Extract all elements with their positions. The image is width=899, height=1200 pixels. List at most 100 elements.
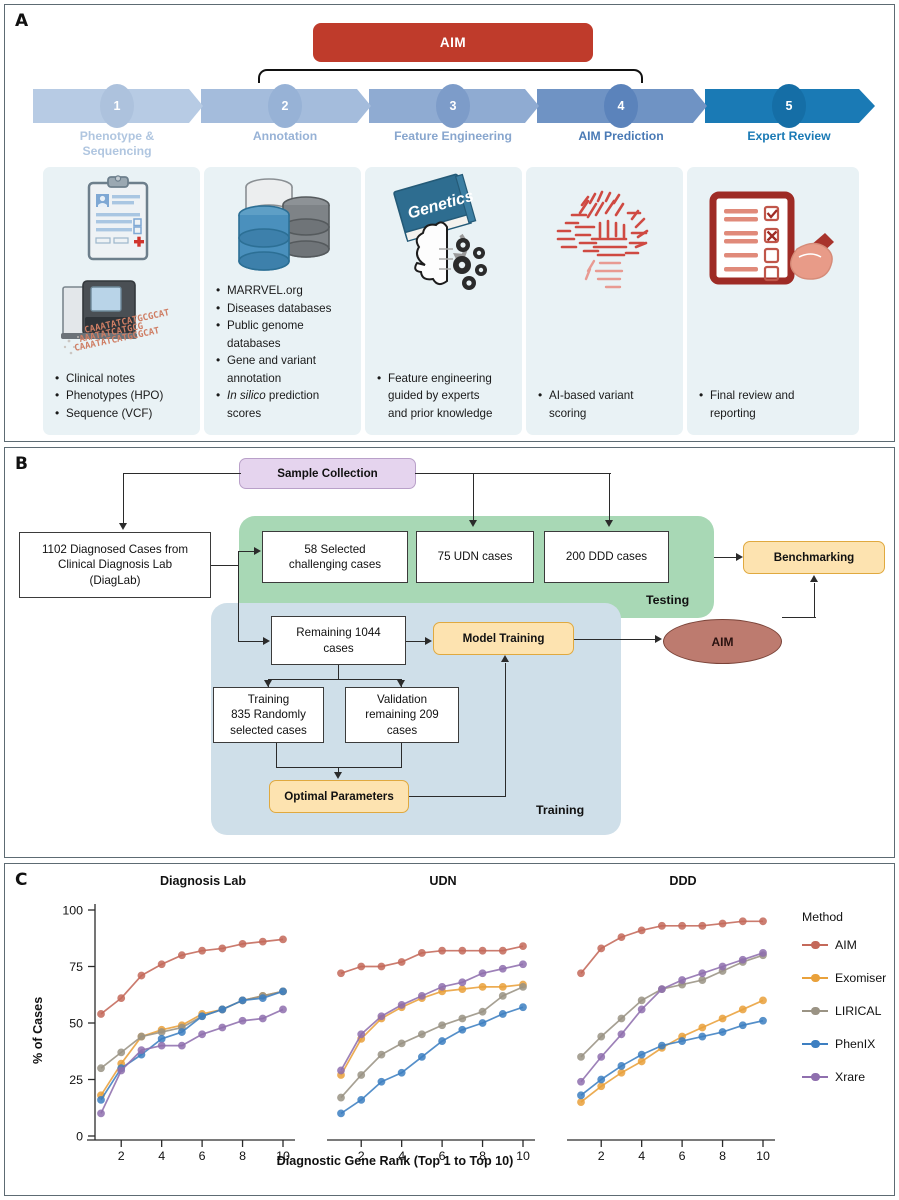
series-line-Exomiser xyxy=(580,999,764,1103)
series-point-PhenIX xyxy=(357,1095,366,1104)
series-point-AIM xyxy=(759,917,767,926)
edge-testing-to-benchmarking-arrow xyxy=(736,553,743,561)
pipeline-stage-label-1: Phenotype & Sequencing xyxy=(37,129,197,160)
series-point-AIM xyxy=(519,942,527,951)
series-point-LIRICAL xyxy=(417,1030,426,1039)
sample-collection-node[interactable]: Sample Collection xyxy=(239,458,416,489)
legend-item-exomiser[interactable]: Exomiser xyxy=(802,971,886,985)
legend-item-xrare[interactable]: Xrare xyxy=(802,1070,865,1084)
legend-swatch-phenix xyxy=(802,1039,828,1049)
stage-box-3: Genetics Feature engineeringgui xyxy=(365,167,522,435)
series-point-LIRICAL xyxy=(458,1014,467,1023)
series-point-PhenIX xyxy=(759,1016,767,1025)
testing-node-1[interactable]: 75 UDN cases xyxy=(416,531,534,583)
series-point-PhenIX xyxy=(478,1019,487,1027)
series-point-LIRICAL xyxy=(637,996,646,1005)
series-point-PhenIX xyxy=(438,1037,447,1045)
series-point-LIRICAL xyxy=(137,1032,146,1041)
bullet-item: scores xyxy=(227,406,262,420)
bullet-item: AI-based variant xyxy=(538,387,675,405)
edge-merge-to-optimal-arrow xyxy=(333,772,342,779)
testing-group-label: Testing xyxy=(646,593,690,607)
series-point-Xrare xyxy=(577,1077,585,1086)
stage-box-2-bullets: MARRVEL.orgDiseases databasesPublic geno… xyxy=(216,282,353,423)
bullet-item: and prior knowledge xyxy=(388,406,493,420)
training-split-node-0[interactable]: Training 835 Randomly selected cases xyxy=(213,687,324,743)
legend-label-phenix: PhenIX xyxy=(835,1037,876,1051)
bullet-item: Gene and variant xyxy=(216,352,353,370)
edge-diaglab-to-remaining-arrow xyxy=(263,637,270,645)
series-point-Exomiser xyxy=(637,1057,646,1066)
series-point-PhenIX xyxy=(157,1034,166,1043)
series-point-PhenIX xyxy=(738,1021,747,1030)
series-point-AIM xyxy=(137,971,146,980)
series-point-AIM xyxy=(218,944,227,953)
node-text-line: Remaining 1044 xyxy=(296,626,381,640)
edge-diaglab-to-testing-arrow xyxy=(254,547,261,555)
node-text-line: cases xyxy=(386,723,418,737)
edge-model-to-aim-arrow xyxy=(655,635,662,643)
node-text-line: cases xyxy=(323,641,354,655)
series-point-AIM xyxy=(617,933,626,942)
bullet-item: guided by experts xyxy=(388,389,480,403)
series-point-PhenIX xyxy=(397,1068,406,1077)
benchmarking-node[interactable]: Benchmarking xyxy=(743,541,885,574)
legend-title: Method xyxy=(802,910,844,924)
series-line-PhenIX xyxy=(340,1006,524,1115)
testing-node-0[interactable]: 58 Selected challenging cases xyxy=(262,531,408,583)
testing-node-2[interactable]: 200 DDD cases xyxy=(544,531,669,583)
series-line-LIRICAL xyxy=(340,986,524,1099)
series-point-Xrare xyxy=(377,1012,386,1021)
model-training-node[interactable]: Model Training xyxy=(433,622,574,655)
legend-dot-phenix xyxy=(811,1039,820,1049)
legend-item-phenix[interactable]: PhenIX xyxy=(802,1037,875,1051)
series-point-AIM xyxy=(657,921,666,930)
legend-swatch-aim xyxy=(802,940,828,950)
edge-remaining-to-model-arrow xyxy=(425,637,432,645)
edge-sc-ddd-v xyxy=(609,473,611,520)
bullet-item: In silico prediction xyxy=(216,387,353,405)
series-point-Exomiser xyxy=(498,982,507,991)
stage-box-1-bullets: Clinical notesPhenotypes (HPO)Sequence (… xyxy=(55,370,192,423)
optimal-parameters-node[interactable]: Optimal Parameters xyxy=(269,780,409,813)
legend-swatch-xrare xyxy=(802,1072,828,1082)
edge-sc-to-diaglab-arrow xyxy=(118,523,127,530)
diaglab-node[interactable]: 1102 Diagnosed Cases from Clinical Diagno… xyxy=(19,532,211,598)
pipeline-stage-label-line1-5: Expert Review xyxy=(747,129,831,143)
legend-label-lirical: LIRICAL xyxy=(835,1004,882,1018)
panel-c: C % of Cases Diagnosis Lab UDN DDD 0 25 50… xyxy=(4,863,895,1196)
edge-testing-to-benchmarking-h xyxy=(714,557,736,559)
series-point-PhenIX xyxy=(97,1095,105,1104)
series-point-Exomiser xyxy=(698,1023,707,1032)
aim-scope-bracket xyxy=(258,69,643,83)
legend-item-aim[interactable]: AIM xyxy=(802,938,857,952)
series-point-Xrare xyxy=(97,1109,105,1118)
series-point-PhenIX xyxy=(458,1025,467,1034)
pipeline-stage-label-line1-2: Annotation xyxy=(252,129,318,143)
edge-remaining-split-h xyxy=(268,679,402,681)
node-text-line: challenging cases xyxy=(288,558,382,571)
series-point-PhenIX xyxy=(177,1028,186,1036)
legend-label-xrare: Xrare xyxy=(835,1070,866,1084)
legend-item-lirical[interactable]: LIRICAL xyxy=(802,1004,881,1018)
edge-optimal-to-model-v xyxy=(505,663,507,797)
series-line-Xrare xyxy=(580,952,764,1083)
training-split-node-1[interactable]: Validation remaining 209 cases xyxy=(345,687,459,743)
series-point-LIRICAL xyxy=(337,1093,345,1102)
series-point-LIRICAL xyxy=(597,1032,606,1041)
series-point-AIM xyxy=(279,935,287,944)
edge-split-left-arrow xyxy=(263,680,272,687)
series-point-PhenIX xyxy=(718,1028,727,1036)
series-point-Xrare xyxy=(519,960,527,969)
remaining-cases-node[interactable]: Remaining 1044 cases xyxy=(271,616,406,665)
series-point-PhenIX xyxy=(597,1075,606,1084)
series-point-Xrare xyxy=(198,1030,207,1039)
series-point-Exomiser xyxy=(597,1082,606,1091)
node-text-line: 75 UDN cases xyxy=(437,550,513,564)
edge-sc-udn-v xyxy=(473,473,475,520)
series-point-LIRICAL xyxy=(377,1050,386,1059)
series-point-LIRICAL xyxy=(577,1052,585,1061)
series-point-LIRICAL xyxy=(478,1007,487,1016)
series-point-PhenIX xyxy=(637,1050,646,1059)
aim-node[interactable]: AIM xyxy=(663,619,782,664)
